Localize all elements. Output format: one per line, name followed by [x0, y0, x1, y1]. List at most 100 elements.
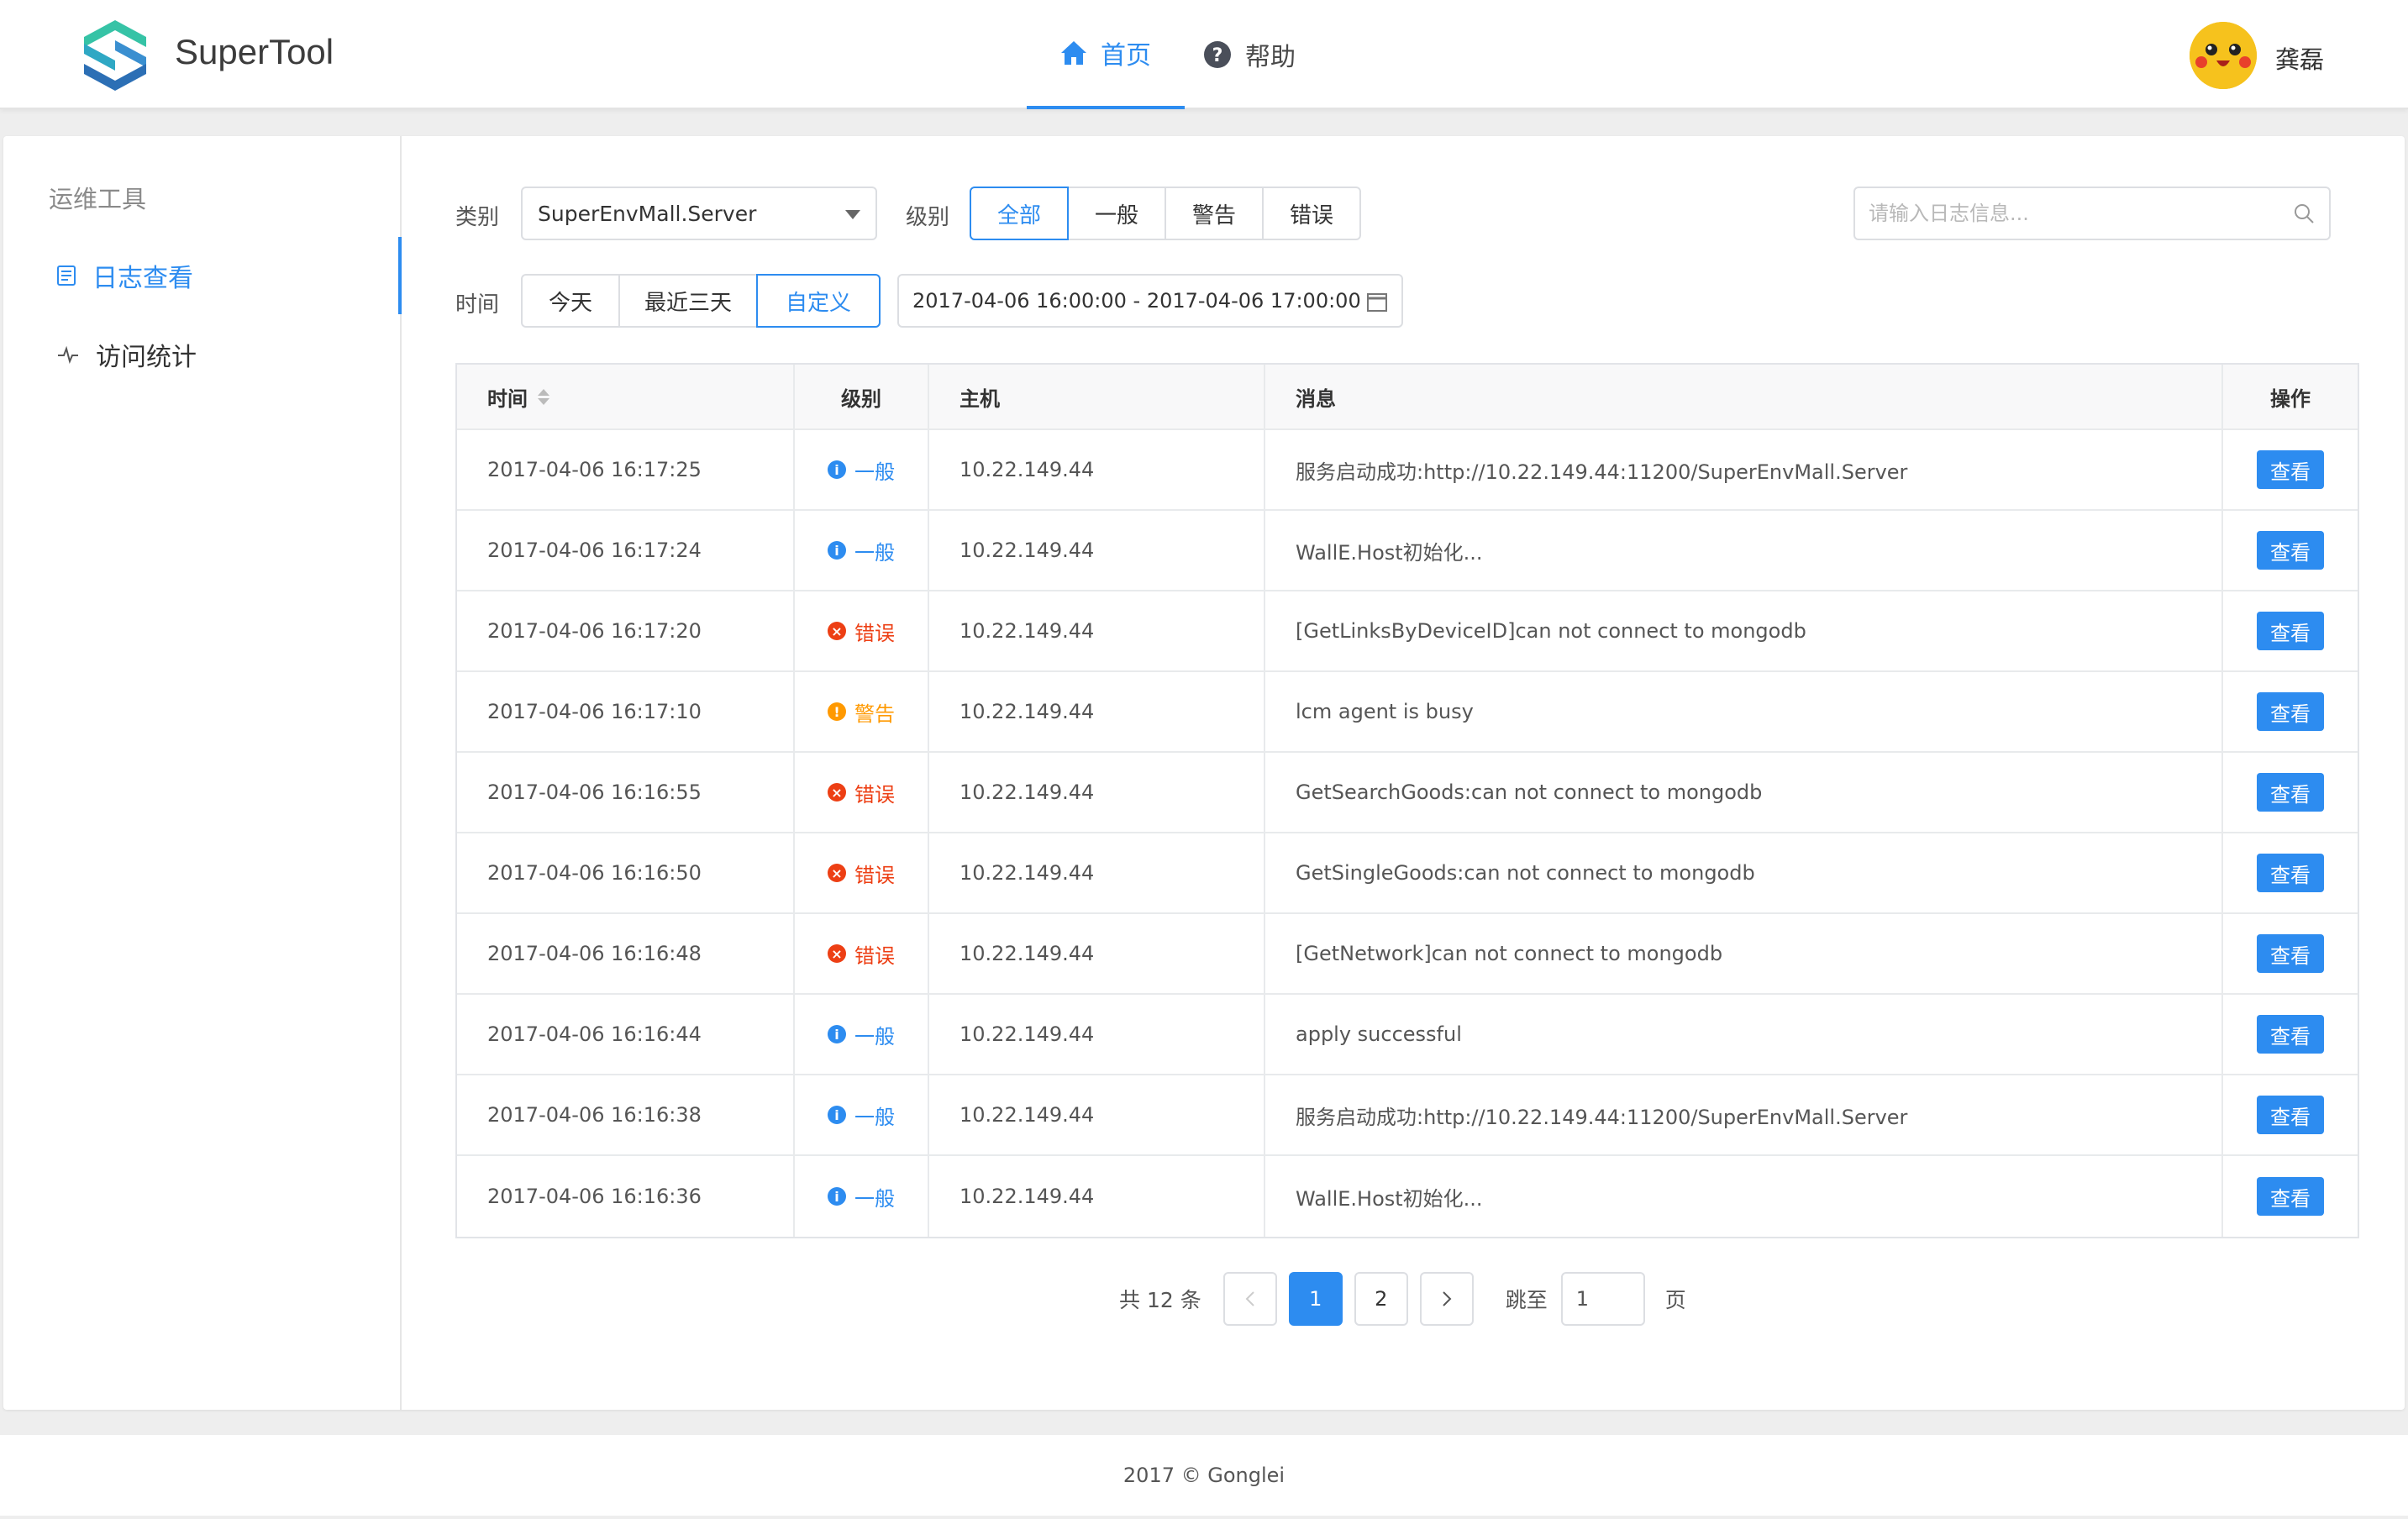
cell-level: × 错误: [795, 591, 929, 670]
cell-level: × 错误: [795, 914, 929, 993]
level-badge: × 错误: [828, 778, 895, 807]
table-row: 2017-04-06 16:16:55 × 错误 10.22.149.44 GetSea…: [457, 753, 2358, 833]
nav-item-home[interactable]: 首页: [1027, 0, 1185, 109]
brand-name: SuperTool: [175, 32, 334, 71]
level-info-button[interactable]: 一般: [1067, 187, 1166, 240]
time-today-button[interactable]: 今天: [521, 274, 620, 328]
cell-level: × 错误: [795, 753, 929, 832]
level-label: 级别: [906, 205, 950, 230]
view-button[interactable]: 查看: [2257, 692, 2324, 731]
cell-message: 服务启动成功:http://10.22.149.44:11200/SuperEn…: [1265, 430, 2223, 509]
level-text: 错误: [854, 782, 895, 807]
pagination: 共 12 条 1 2 跳至 1 页: [1119, 1272, 1686, 1326]
column-header-action: 操作: [2270, 386, 2311, 411]
level-text: 错误: [854, 943, 895, 968]
column-header-message: 消息: [1265, 365, 2223, 428]
search-input[interactable]: [1869, 188, 2272, 239]
level-badge: × 错误: [828, 859, 895, 888]
page-1-button[interactable]: 1: [1288, 1272, 1343, 1326]
table-row: 2017-04-06 16:17:10! 警告 10.22.149.44 lcm ag…: [457, 672, 2358, 753]
view-button[interactable]: 查看: [2257, 1177, 2324, 1216]
time-custom-button[interactable]: 自定义: [756, 274, 881, 328]
footer: 2017 © Gonglei: [0, 1435, 2408, 1516]
level-text: 一般: [854, 1186, 895, 1211]
view-button[interactable]: 查看: [2257, 1096, 2324, 1134]
calendar-icon: [1367, 293, 1387, 312]
view-button[interactable]: 查看: [2257, 612, 2324, 650]
column-header-time[interactable]: 时间: [457, 365, 795, 428]
cell-action: 查看: [2223, 591, 2358, 670]
cell-time: 2017-04-06 16:17:25: [457, 430, 795, 509]
cell-message: [GetNetwork]can not connect to mongodb: [1265, 914, 2223, 993]
table-row: 2017-04-06 16:16:36 i 一般 10.22.149.44 WallE.…: [457, 1156, 2358, 1237]
level-badge: i 一般: [828, 1101, 895, 1130]
sidebar-item-visit-stats[interactable]: 访问统计: [3, 316, 402, 393]
category-select[interactable]: SuperEnvMall.Server: [521, 187, 877, 240]
level-warn-button[interactable]: 警告: [1165, 187, 1264, 240]
cell-action: 查看: [2223, 1075, 2358, 1154]
next-page-button[interactable]: [1419, 1272, 1474, 1326]
cell-time: 2017-04-06 16:17:10: [457, 672, 795, 751]
view-button[interactable]: 查看: [2257, 854, 2324, 892]
cell-message: GetSingleGoods:can not connect to mongod…: [1265, 833, 2223, 912]
search-icon[interactable]: [2292, 202, 2316, 225]
cell-time: 2017-04-06 16:16:38: [457, 1075, 795, 1154]
view-button[interactable]: 查看: [2257, 934, 2324, 973]
pulse-icon: [58, 345, 78, 364]
cell-host: 10.22.149.44: [929, 833, 1265, 912]
nav-item-help[interactable]: ? 帮助: [1185, 0, 1329, 109]
avatar[interactable]: [2190, 22, 2257, 89]
cell-action: 查看: [2223, 995, 2358, 1074]
cell-action: 查看: [2223, 1156, 2358, 1237]
cell-level: ! 警告: [795, 672, 929, 751]
main-panel: 运维工具 日志查看 访问统计 类别 SuperEnvMall.Server 级别…: [3, 136, 2405, 1410]
view-button[interactable]: 查看: [2257, 531, 2324, 570]
error-icon: ×: [828, 864, 846, 882]
sort-icon[interactable]: [538, 388, 549, 405]
table-row: 2017-04-06 16:17:20 × 错误 10.22.149.44 [GetLi…: [457, 591, 2358, 672]
level-badge: i 一般: [828, 1182, 895, 1212]
jump-page-input[interactable]: 1: [1560, 1272, 1645, 1326]
table-row: 2017-04-06 16:16:44 i 一般 10.22.149.44 apply …: [457, 995, 2358, 1075]
page-2-button[interactable]: 2: [1354, 1272, 1408, 1326]
supertool-logo-icon: [84, 20, 146, 91]
date-range-picker[interactable]: 2017-04-06 16:00:00 - 2017-04-06 17:00:0…: [897, 274, 1403, 328]
jump-label: 跳至: [1505, 1288, 1548, 1312]
level-text: 错误: [854, 863, 895, 887]
table-row: 2017-04-06 16:16:38 i 一般 10.22.149.44 服务启动成功…: [457, 1075, 2358, 1156]
view-button[interactable]: 查看: [2257, 1015, 2324, 1054]
copyright-text: 2017 © Gonglei: [1123, 1464, 1285, 1487]
prev-page-button[interactable]: [1222, 1272, 1277, 1326]
nav-label-help: 帮助: [1245, 43, 1296, 72]
column-header-label: 时间: [487, 386, 528, 411]
cell-time: 2017-04-06 16:17:24: [457, 511, 795, 590]
sidebar-item-label: 日志查看: [92, 264, 193, 293]
table-header-row: 时间 级别 主机 消息 操作: [457, 365, 2358, 430]
cell-host: 10.22.149.44: [929, 1075, 1265, 1154]
pikachu-avatar-icon: [2190, 22, 2257, 89]
nav-label-home: 首页: [1101, 41, 1151, 71]
cell-message: GetSearchGoods:can not connect to mongod…: [1265, 753, 2223, 832]
total-count: 共 12 条: [1119, 1288, 1201, 1312]
view-button[interactable]: 查看: [2257, 450, 2324, 489]
level-filter-group: 全部 一般 警告 错误: [970, 187, 1361, 240]
level-error-button[interactable]: 错误: [1262, 187, 1361, 240]
cell-host: 10.22.149.44: [929, 591, 1265, 670]
level-all-button[interactable]: 全部: [970, 187, 1069, 240]
level-badge: ! 警告: [828, 697, 895, 727]
cell-host: 10.22.149.44: [929, 753, 1265, 832]
view-button[interactable]: 查看: [2257, 773, 2324, 812]
log-table: 时间 级别 主机 消息 操作 2017-04-06 16:17:25 i 一般 10.…: [455, 363, 2359, 1238]
warn-icon: !: [828, 702, 846, 721]
time-three-days-button[interactable]: 最近三天: [618, 274, 758, 328]
cell-time: 2017-04-06 16:17:20: [457, 591, 795, 670]
username[interactable]: 龚磊: [2275, 40, 2324, 76]
cell-level: × 错误: [795, 833, 929, 912]
sidebar-item-log-view[interactable]: 日志查看: [3, 237, 402, 314]
cell-message: WallE.Host初始化...: [1265, 1156, 2223, 1237]
error-icon: ×: [828, 622, 846, 640]
cell-host: 10.22.149.44: [929, 430, 1265, 509]
cell-action: 查看: [2223, 430, 2358, 509]
cell-host: 10.22.149.44: [929, 914, 1265, 993]
sidebar: 运维工具 日志查看 访问统计: [3, 136, 402, 1410]
